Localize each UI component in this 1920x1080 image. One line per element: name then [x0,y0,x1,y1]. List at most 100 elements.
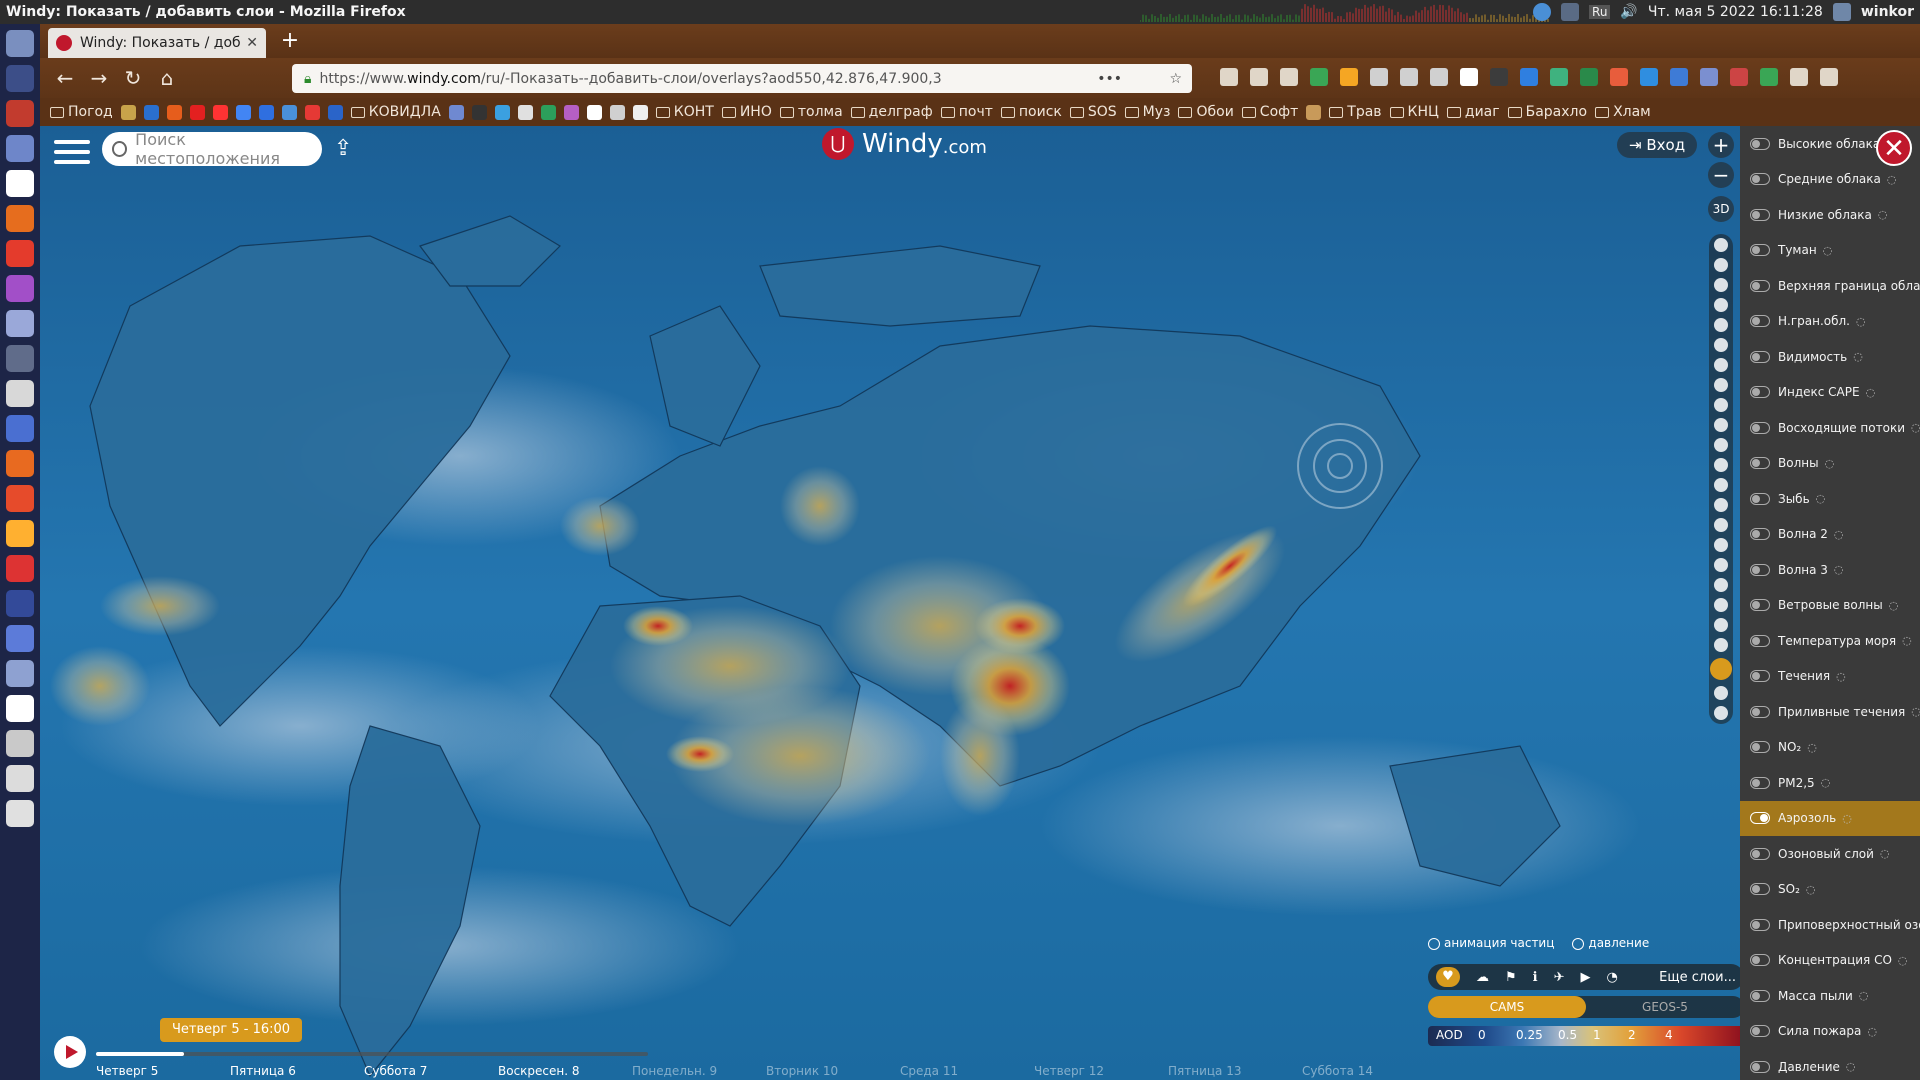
layer-toggle-icon[interactable] [1750,1025,1770,1038]
layer-item[interactable]: Температура моря ◌ [1740,623,1920,659]
layer-item[interactable]: Озоновый слой ◌ [1740,836,1920,872]
aod-color-scale[interactable]: AOD 0 0.25 0.5 1 2 4 [1428,1026,1740,1046]
layer-toggle-icon[interactable] [1750,670,1770,683]
layer-toggle-icon[interactable] [1750,599,1770,612]
dock-app-icon[interactable] [6,590,34,617]
bookmark-folder[interactable]: Трав [1329,104,1382,120]
layer-item[interactable]: Видимость ◌ [1740,339,1920,375]
windy-map[interactable]: Поиск местоположения ⇪ ⋃ Windy .com ⇥ Вхо… [40,126,1740,1080]
layer-toggle-icon[interactable] [1750,812,1770,825]
layer-toggle-icon[interactable] [1750,421,1770,434]
time-bubble[interactable]: Четверг 5 - 16:00 [160,1018,303,1042]
bookmark-site-icon[interactable] [563,104,579,120]
dock-app-icon[interactable] [6,205,34,232]
layer-toggle-icon[interactable] [1750,989,1770,1002]
layer-toggle-icon[interactable] [1750,244,1770,257]
flag-icon[interactable]: ⚑ [1505,970,1517,985]
dock-app-icon[interactable] [6,520,34,547]
dock-app-icon[interactable] [6,730,34,757]
bookmark-site-icon[interactable] [586,104,602,120]
layer-toggle-icon[interactable] [1750,173,1770,186]
forward-button[interactable]: → [84,63,114,93]
toolbar-extension-icon[interactable] [1310,68,1328,86]
network-icon[interactable] [1561,3,1580,21]
overlay-icon[interactable] [1714,618,1728,632]
toolbar-extension-icon[interactable] [1430,68,1448,86]
layer-toggle-icon[interactable] [1750,208,1770,221]
overlay-icon[interactable] [1714,558,1728,572]
overlay-icon[interactable] [1714,378,1728,392]
bookmark-site-icon[interactable] [494,104,510,120]
overlay-icon[interactable] [1714,458,1728,472]
layer-toggle-icon[interactable] [1750,528,1770,541]
timeline-day[interactable]: Вторник 10 [766,1064,900,1078]
toolbar-extension-icon[interactable] [1670,68,1688,86]
overlay-icon[interactable] [1714,638,1728,652]
bookmark-site-icon[interactable] [258,104,274,120]
timeline-day[interactable]: Четверг 5 [96,1064,230,1078]
layer-item[interactable]: Низкие облака ◌ [1740,197,1920,233]
dock-app-icon[interactable] [6,30,34,57]
layer-toggle-icon[interactable] [1750,705,1770,718]
toolbar-extension-icon[interactable] [1280,68,1298,86]
close-tab-icon[interactable]: ✕ [246,35,258,51]
bookmark-folder[interactable]: делграф [850,104,933,120]
dock-app-icon[interactable] [6,310,34,337]
layer-toggle-icon[interactable] [1750,492,1770,505]
bookmark-site-icon[interactable] [448,104,464,120]
back-button[interactable]: ← [50,63,80,93]
dock-app-icon[interactable] [6,415,34,442]
home-button[interactable]: ⌂ [152,63,182,93]
overlay-icon[interactable] [1714,598,1728,612]
lock-icon[interactable]: 🔒︎ [304,71,311,87]
overlay-icon[interactable] [1714,358,1728,372]
dock-app-icon[interactable] [6,380,34,407]
layer-item[interactable]: Ветровые волны ◌ [1740,588,1920,624]
layer-toggle-icon[interactable] [1750,883,1770,896]
toolbar-extension-icon[interactable] [1640,68,1658,86]
radar-icon[interactable]: ◔ [1607,970,1618,985]
toolbar-extension-icon[interactable] [1790,68,1808,86]
dock-app-icon[interactable] [6,625,34,652]
windy-logo[interactable]: ⋃ Windy .com [822,128,987,160]
layer-item[interactable]: Зыбь ◌ [1740,481,1920,517]
toolbar-extension-icon[interactable] [1400,68,1418,86]
bookmark-site-icon[interactable] [609,104,625,120]
bookmark-folder[interactable]: почт [940,104,993,120]
bookmark-folder[interactable]: SOS [1069,104,1117,120]
menu-icon[interactable] [54,140,90,168]
new-tab-button[interactable]: + [276,28,304,54]
layer-item[interactable]: Течения ◌ [1740,659,1920,695]
overlay-icon[interactable] [1714,578,1728,592]
timeline-day[interactable]: Пятница 6 [230,1064,364,1078]
bookmark-site-icon[interactable] [189,104,205,120]
url-bar[interactable]: 🔒︎ https://www.windy.com/ru/-Показать--д… [292,64,1192,93]
bookmark-site-icon[interactable] [143,104,159,120]
layer-item[interactable]: Приливные течения ◌ [1740,694,1920,730]
dock-app-icon[interactable] [6,555,34,582]
favorite-heart-icon[interactable]: ♥ [1436,967,1460,987]
timeline-day[interactable]: Понедельн. 9 [632,1064,766,1078]
overlay-icon[interactable] [1714,438,1728,452]
layer-item[interactable]: Концентрация CO ◌ [1740,943,1920,979]
overlay-icon[interactable] [1714,418,1728,432]
layer-toggle-icon[interactable] [1750,137,1770,150]
more-layers-button[interactable]: Еще слои... [1659,970,1736,985]
bookmark-site-icon[interactable] [304,104,320,120]
overlay-icon[interactable] [1714,318,1728,332]
active-overlay-icon[interactable] [1710,658,1732,680]
dock-app-icon[interactable] [6,345,34,372]
layer-toggle-icon[interactable] [1750,634,1770,647]
dock-app-icon[interactable] [6,240,34,267]
bookmark-folder[interactable]: Софт [1241,104,1298,120]
bookmark-folder[interactable]: Погод [50,104,113,120]
share-icon[interactable]: ⇪ [334,136,352,161]
layer-item[interactable]: Н.гран.обл. ◌ [1740,304,1920,340]
timeline-day[interactable]: Среда 11 [900,1064,1034,1078]
wind-icon[interactable]: ☁ [1476,970,1489,985]
info-small-icon[interactable]: ℹ [1533,970,1538,985]
bookmark-site-icon[interactable] [327,104,343,120]
overlay-icon[interactable] [1714,498,1728,512]
camera-icon[interactable]: ▶ [1581,970,1591,985]
dock-app-icon[interactable] [6,485,34,512]
